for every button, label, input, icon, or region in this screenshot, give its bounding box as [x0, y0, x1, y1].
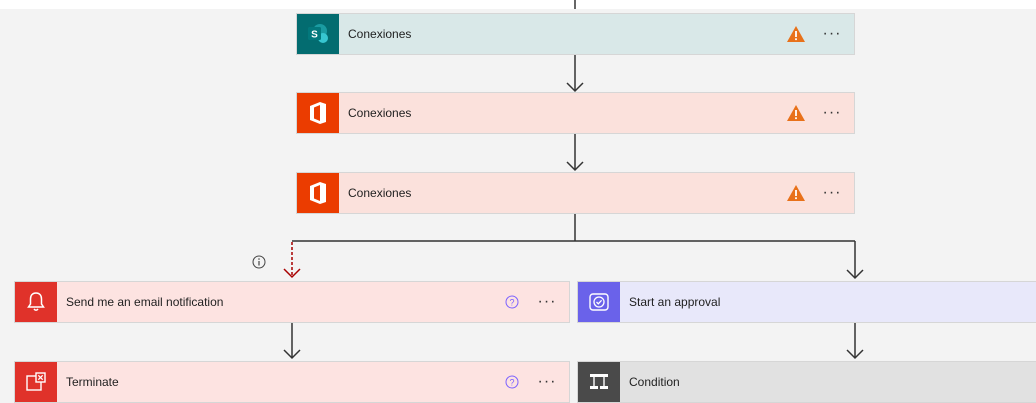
more-options-button[interactable]: ···: [537, 374, 557, 390]
more-options-button[interactable]: ···: [537, 294, 557, 310]
action-label: Conexiones: [348, 106, 412, 120]
warning-icon[interactable]: [786, 183, 808, 203]
sharepoint-icon: S: [297, 14, 339, 54]
svg-text:S: S: [311, 30, 318, 41]
svg-text:?: ?: [509, 377, 514, 387]
action-card-condition[interactable]: Condition: [577, 361, 1036, 403]
action-card-terminate[interactable]: Terminate ? ···: [14, 361, 570, 403]
action-label: Conexiones: [348, 186, 412, 200]
help-icon[interactable]: ?: [505, 294, 521, 310]
more-options-button[interactable]: ···: [822, 105, 842, 121]
action-label: Conexiones: [348, 27, 412, 41]
action-label: Start an approval: [629, 295, 721, 309]
warning-icon[interactable]: [786, 24, 808, 44]
action-card-office-1[interactable]: Conexiones ···: [296, 92, 855, 134]
svg-text:?: ?: [509, 297, 514, 307]
condition-icon: [578, 362, 620, 402]
office-icon: [297, 93, 339, 133]
terminate-icon: [15, 362, 57, 402]
action-card-sharepoint[interactable]: S Conexiones ···: [296, 13, 855, 55]
info-icon[interactable]: [252, 255, 266, 269]
action-card-approval[interactable]: Start an approval: [577, 281, 1036, 323]
more-options-button[interactable]: ···: [822, 26, 842, 42]
action-label: Send me an email notification: [66, 295, 224, 309]
more-options-button[interactable]: ···: [822, 185, 842, 201]
action-card-email-notification[interactable]: Send me an email notification ? ···: [14, 281, 570, 323]
warning-icon[interactable]: [786, 103, 808, 123]
approval-icon: [578, 282, 620, 322]
action-card-office-2[interactable]: Conexiones ···: [296, 172, 855, 214]
action-label: Terminate: [66, 375, 119, 389]
help-icon[interactable]: ?: [505, 374, 521, 390]
action-label: Condition: [629, 375, 680, 389]
office-icon: [297, 173, 339, 213]
bell-icon: [15, 282, 57, 322]
